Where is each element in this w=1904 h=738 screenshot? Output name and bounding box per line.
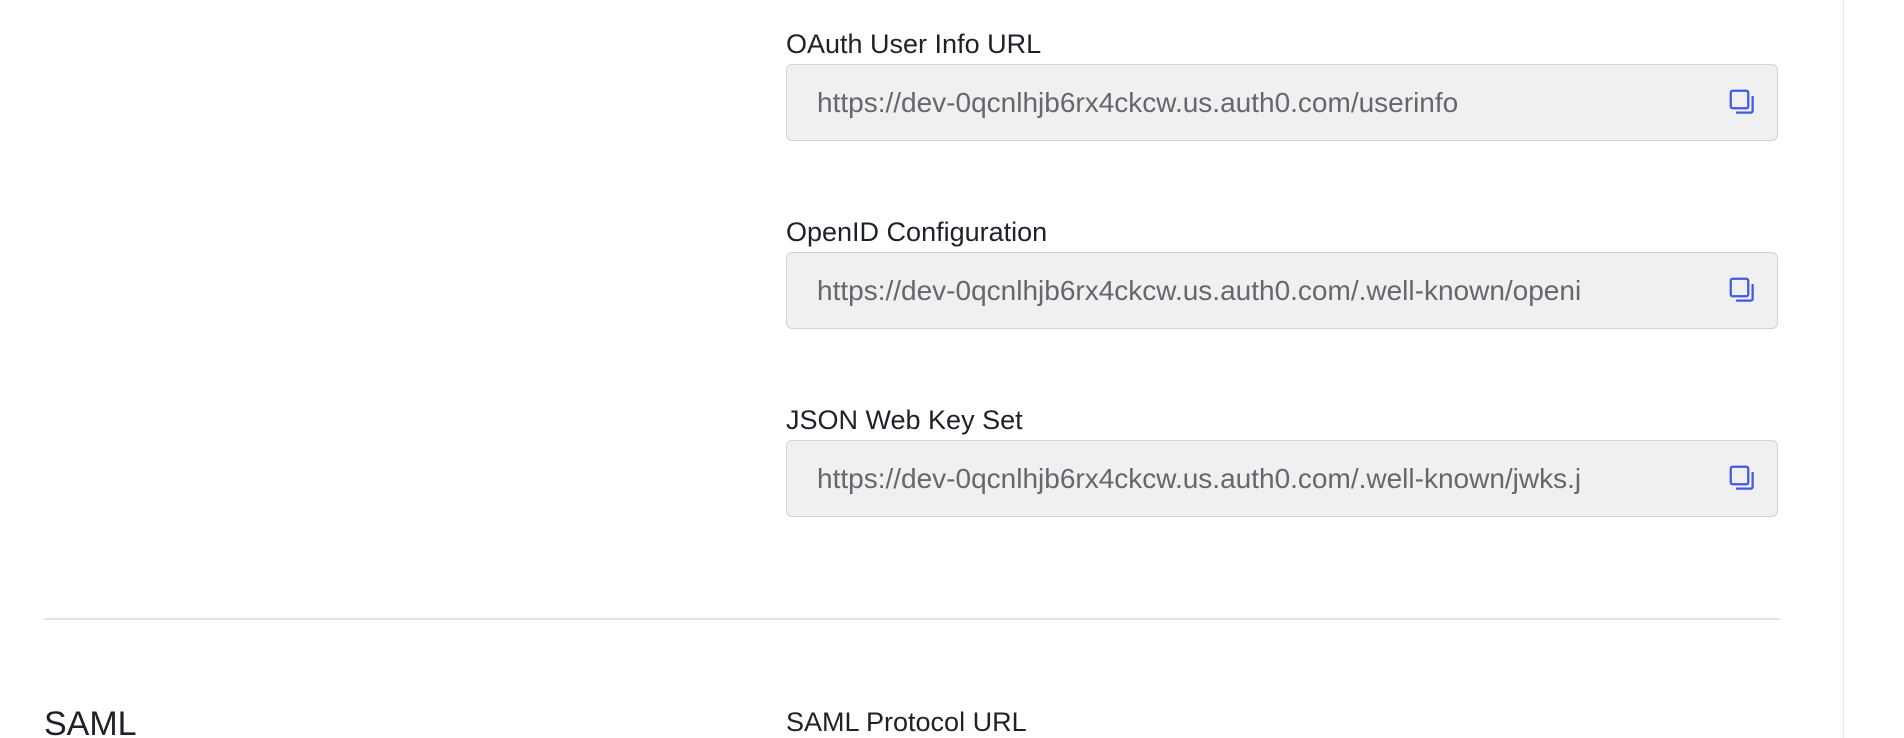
json-web-key-set-label: JSON Web Key Set — [786, 405, 1023, 435]
json-web-key-set-box — [786, 440, 1778, 517]
oauth-user-info-url-input[interactable] — [817, 65, 1693, 140]
oauth-user-info-url-field: OAuth User Info URL — [786, 26, 1780, 141]
copy-json-web-key-set-button[interactable] — [1727, 463, 1759, 495]
copy-icon — [1729, 89, 1754, 114]
json-web-key-set-field: JSON Web Key Set — [786, 402, 1780, 517]
openid-configuration-label: OpenID Configuration — [786, 217, 1048, 247]
openid-configuration-field: OpenID Configuration — [786, 214, 1780, 329]
oauth-user-info-url-box — [786, 64, 1778, 141]
copy-oauth-user-info-url-button[interactable] — [1727, 87, 1759, 119]
copy-openid-configuration-button[interactable] — [1727, 275, 1759, 307]
openid-configuration-input[interactable] — [817, 253, 1693, 328]
copy-icon — [1729, 465, 1754, 490]
oauth-user-info-url-label: OAuth User Info URL — [786, 29, 1042, 59]
copy-icon — [1729, 277, 1754, 302]
saml-section-title: SAML — [44, 705, 137, 738]
saml-protocol-url-label: SAML Protocol URL — [786, 707, 1027, 737]
json-web-key-set-input[interactable] — [817, 441, 1693, 516]
section-divider — [44, 618, 1780, 620]
endpoints-settings-page: OAuth User Info URL OpenID Configuration — [0, 0, 1904, 738]
content-right-border — [1843, 0, 1844, 738]
openid-configuration-box — [786, 252, 1778, 329]
